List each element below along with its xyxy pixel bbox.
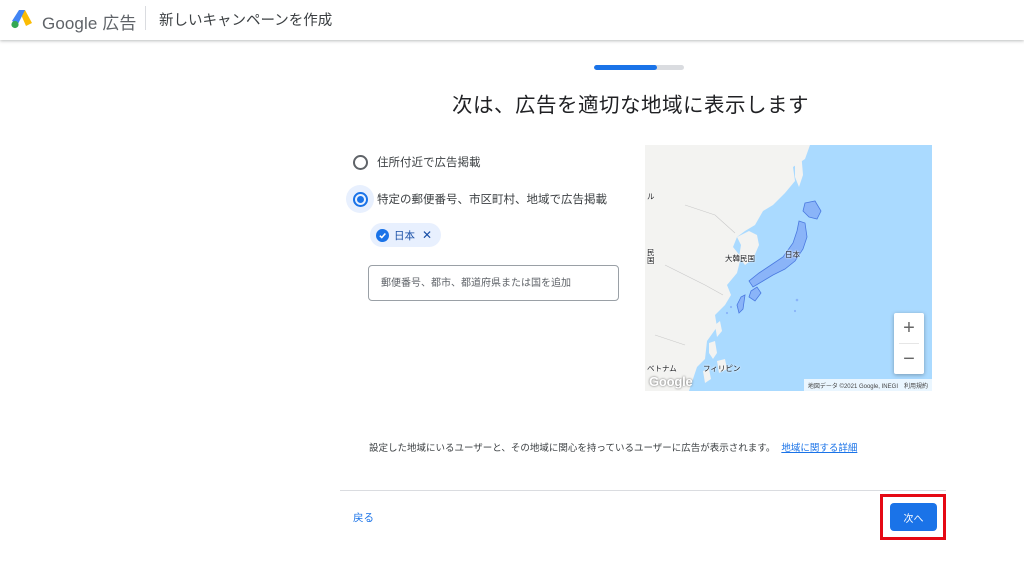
page-title: 新しいキャンペーンを作成 — [159, 13, 333, 29]
step-progress-fill — [594, 65, 657, 70]
top-app-bar: Google 広告 新しいキャンペーンを作成 — [0, 0, 1024, 40]
map-attribution: 地図データ ©2021 Google, INEGI 利用規約 — [803, 379, 932, 391]
radio-halo — [346, 148, 374, 176]
step-progress-bar — [594, 65, 684, 70]
next-button[interactable]: 次へ — [890, 503, 937, 531]
step-title: 次は、広告を適切な地域に表示します — [452, 93, 809, 117]
zoom-controls: + − — [894, 313, 924, 374]
header-separator — [145, 6, 146, 30]
map-canvas — [645, 145, 822, 391]
close-icon[interactable]: ✕ — [422, 229, 432, 241]
location-map[interactable]: ル 民 国 大韓民国 日本 ベトナム フィリピン + − Google 地図デー… — [645, 145, 932, 391]
brand-name: Google 広告 — [42, 14, 137, 33]
map-label-japan: 日本 — [785, 250, 800, 259]
google-ads-logo-icon[interactable] — [10, 8, 34, 30]
map-label-korea: 大韓民国 — [725, 254, 755, 263]
location-details-link[interactable]: 地域に関する詳細 — [781, 443, 857, 454]
location-search-input[interactable] — [368, 265, 619, 301]
radio-option-nearby[interactable]: 住所付近で広告掲載 — [346, 148, 481, 176]
map-label-left-top: ル — [647, 192, 655, 201]
radio-option-specific-area[interactable]: 特定の郵便番号、市区町村、地域で広告掲載 — [346, 185, 607, 213]
location-info-text: 設定した地域にいるユーザーと、その地域に関心を持っているユーザーに広告が表示され… — [369, 440, 857, 454]
location-info-message: 設定した地域にいるユーザーと、その地域に関心を持っているユーザーに広告が表示され… — [369, 443, 776, 454]
radio-button-checked[interactable] — [352, 191, 368, 207]
map-terms-link[interactable]: 利用規約 — [904, 381, 928, 390]
google-map-logo[interactable]: Google — [649, 374, 693, 389]
radio-label: 特定の郵便番号、市区町村、地域で広告掲載 — [377, 192, 607, 206]
zoom-out-button[interactable]: − — [894, 344, 924, 374]
map-label-vietnam: ベトナム — [647, 364, 677, 373]
radio-halo — [346, 185, 374, 213]
map-label-left-mid: 民 国 — [647, 248, 655, 265]
zoom-in-button[interactable]: + — [894, 313, 924, 343]
selected-location-chip[interactable]: 日本 ✕ — [370, 223, 442, 247]
radio-button-unchecked[interactable] — [352, 154, 368, 170]
map-label-philippines: フィリピン — [703, 364, 741, 373]
footer-divider — [340, 490, 946, 491]
back-button[interactable]: 戻る — [353, 510, 374, 525]
map-attribution-text: 地図データ ©2021 Google, INEGI — [807, 383, 898, 390]
chip-label: 日本 — [394, 229, 415, 242]
radio-label: 住所付近で広告掲載 — [377, 155, 481, 169]
check-circle-icon — [376, 228, 389, 242]
